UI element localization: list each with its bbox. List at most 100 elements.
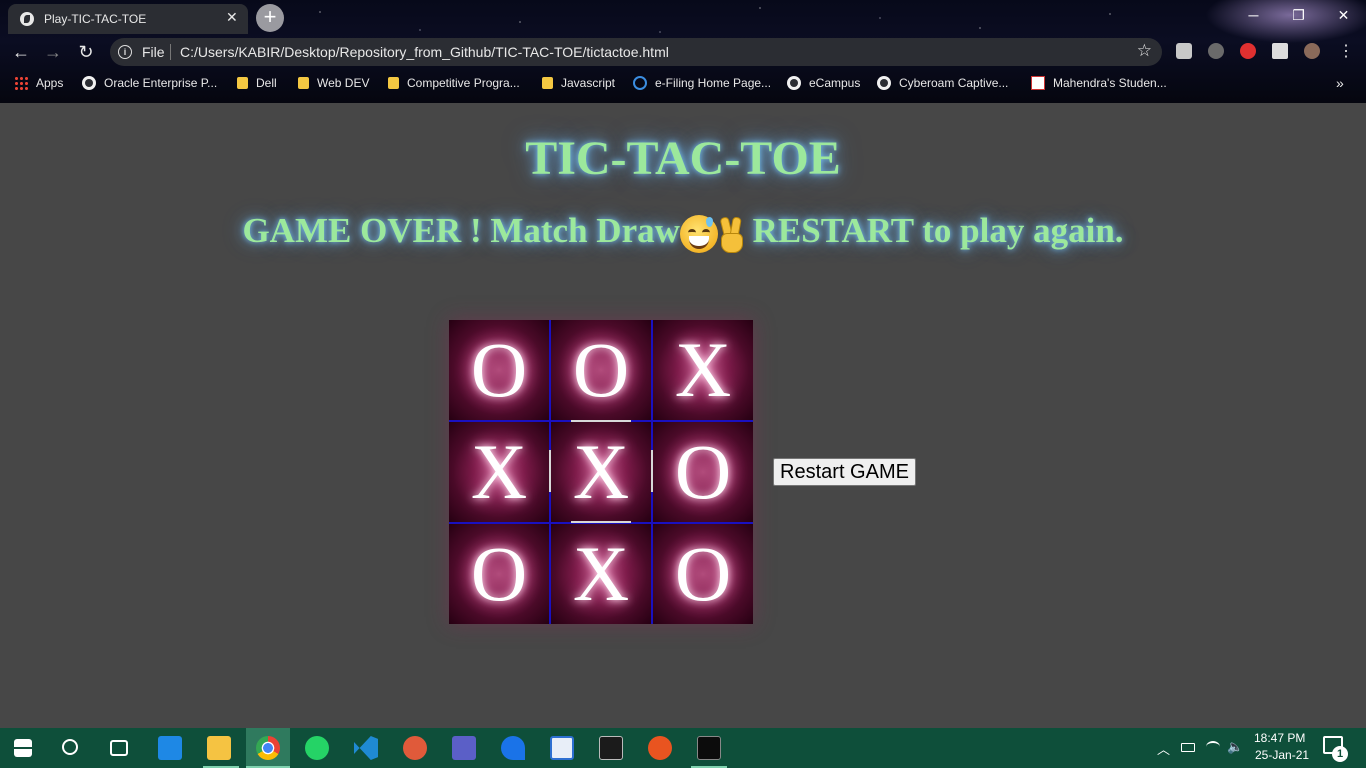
cell-highlight-line — [571, 521, 631, 523]
board-cell-1-3[interactable]: X — [653, 320, 753, 420]
bookmark-label: Apps — [36, 76, 64, 90]
app-window-icon[interactable] — [550, 736, 574, 760]
tab-title: Play-TIC-TAC-TOE — [44, 12, 147, 26]
bookmarks-bar: Apps Oracle Enterprise P... Dell Web DEV… — [0, 70, 1366, 98]
whatsapp-icon[interactable] — [305, 736, 329, 760]
extension-cast-icon[interactable] — [1176, 43, 1192, 59]
mail-icon[interactable] — [158, 736, 182, 760]
folder-icon — [388, 77, 399, 89]
bookmark-label: eCampus — [809, 76, 861, 90]
globe-icon — [82, 76, 96, 90]
clock-time[interactable]: 18:47 PM — [1254, 731, 1305, 745]
ubuntu-icon[interactable] — [648, 736, 672, 760]
board-cell-1-1[interactable]: O — [449, 320, 549, 420]
menu-kebab-icon[interactable]: ⋮ — [1338, 41, 1354, 63]
notification-count-badge: 1 — [1332, 746, 1348, 762]
extension-circle-icon[interactable] — [1208, 43, 1224, 59]
address-bar[interactable]: i File C:/Users/KABIR/Desktop/Repository… — [110, 38, 1162, 66]
board-cell-3-1[interactable]: O — [449, 524, 549, 624]
cell-highlight-line — [549, 450, 551, 492]
bookmarks-overflow-icon[interactable]: » — [1336, 75, 1344, 91]
bookmark-efiling[interactable]: e-Filing Home Page... — [633, 76, 771, 90]
search-icon[interactable] — [62, 739, 78, 755]
apps-grid-icon — [14, 76, 28, 90]
board-cell-3-3[interactable]: O — [653, 524, 753, 624]
address-scheme: File — [142, 44, 165, 60]
restore-button[interactable]: ❐ — [1276, 0, 1321, 30]
bookmark-label: Competitive Progra... — [407, 76, 520, 90]
info-icon[interactable]: i — [118, 45, 132, 59]
bookmark-label: Cyberoam Captive... — [899, 76, 1009, 90]
mahendra-icon — [1031, 76, 1045, 90]
board-cell-1-2[interactable]: O — [551, 320, 651, 420]
bookmark-star-icon[interactable]: ☆ — [1137, 41, 1152, 61]
status-text-suffix: RESTART to play again. — [743, 211, 1124, 250]
bookmark-label: e-Filing Home Page... — [655, 76, 772, 90]
edge-legacy-icon[interactable] — [501, 736, 525, 760]
globe-icon — [877, 76, 891, 90]
cell-highlight-line — [571, 420, 631, 422]
restart-button[interactable]: Restart GAME — [773, 458, 916, 486]
teams-icon[interactable] — [452, 736, 476, 760]
battery-icon[interactable] — [1181, 743, 1195, 752]
bookmark-mahendra[interactable]: Mahendra's Studen... — [1031, 76, 1167, 90]
efiling-icon — [633, 76, 647, 90]
board-cell-3-2[interactable]: X — [551, 524, 651, 624]
terminal-icon[interactable] — [697, 736, 721, 760]
folder-icon — [542, 77, 553, 89]
game-status: GAME OVER ! Match Draw RESTART to play a… — [0, 211, 1366, 253]
cell-highlight-line — [651, 450, 653, 492]
windows-taskbar: ︿ 🔈 18:47 PM 25-Jan-21 1 — [0, 728, 1366, 768]
bookmark-label: Oracle Enterprise P... — [104, 76, 218, 90]
board-cell-2-2[interactable]: X — [551, 422, 651, 522]
file-explorer-icon[interactable] — [207, 736, 231, 760]
game-board: O O X X X O O X O — [449, 320, 753, 624]
bookmark-label: Javascript — [561, 76, 616, 90]
minimize-button[interactable]: ─ — [1231, 0, 1276, 30]
status-text: GAME OVER ! Match Draw — [242, 211, 680, 250]
game-page: TIC-TAC-TOE GAME OVER ! Match Draw RESTA… — [0, 103, 1366, 728]
folder-icon — [298, 77, 309, 89]
globe-icon — [787, 76, 801, 90]
app-monitor-icon[interactable] — [599, 736, 623, 760]
task-view-icon[interactable] — [110, 740, 128, 756]
bookmark-competitive[interactable]: Competitive Progra... — [388, 76, 520, 90]
board-cell-2-1[interactable]: X — [449, 422, 549, 522]
back-arrow-icon[interactable]: ← — [10, 41, 32, 63]
volume-icon[interactable]: 🔈 — [1227, 739, 1243, 755]
forward-arrow-icon[interactable]: → — [42, 41, 64, 63]
clock-date[interactable]: 25-Jan-21 — [1255, 748, 1309, 762]
browser-chrome: Play-TIC-TAC-TOE ✕ + ─ ❐ ✕ ← → ↻ i File … — [0, 0, 1366, 103]
reload-icon[interactable]: ↻ — [75, 41, 97, 63]
close-window-button[interactable]: ✕ — [1321, 0, 1366, 30]
tab-favicon-icon — [20, 12, 34, 26]
bookmark-ecampus[interactable]: eCampus — [787, 76, 860, 90]
bookmark-webdev[interactable]: Web DEV — [298, 76, 369, 90]
windows-start-icon[interactable] — [14, 739, 32, 757]
chrome-icon[interactable] — [256, 736, 280, 760]
folder-icon — [237, 77, 248, 89]
address-url[interactable]: C:/Users/KABIR/Desktop/Repository_from_G… — [180, 44, 669, 60]
wifi-icon[interactable] — [1206, 741, 1220, 753]
bookmark-javascript[interactable]: Javascript — [542, 76, 615, 90]
extension-hand-icon[interactable] — [1240, 43, 1256, 59]
bookmark-label: Web DEV — [317, 76, 370, 90]
sweat-smile-emoji-icon — [679, 214, 718, 253]
bookmark-oracle[interactable]: Oracle Enterprise P... — [82, 76, 217, 90]
window-controls: ─ ❐ ✕ — [1231, 0, 1366, 30]
victory-hand-emoji-icon — [718, 215, 744, 253]
tray-chevron-icon[interactable]: ︿ — [1157, 739, 1170, 758]
bookmark-apps[interactable]: Apps — [14, 76, 63, 90]
tab-close-icon[interactable]: ✕ — [226, 9, 238, 26]
gamepad-icon[interactable] — [403, 736, 427, 760]
extensions-puzzle-icon[interactable] — [1272, 43, 1288, 59]
browser-tab[interactable]: Play-TIC-TAC-TOE ✕ — [8, 4, 248, 34]
vscode-icon[interactable] — [354, 736, 378, 760]
profile-avatar[interactable] — [1304, 43, 1320, 59]
bookmark-cyberoam[interactable]: Cyberoam Captive... — [877, 76, 1008, 90]
new-tab-button[interactable]: + — [256, 4, 284, 32]
board-cell-2-3[interactable]: O — [653, 422, 753, 522]
bookmark-label: Mahendra's Studen... — [1053, 76, 1167, 90]
bookmark-dell[interactable]: Dell — [237, 76, 277, 90]
address-divider — [170, 44, 171, 60]
